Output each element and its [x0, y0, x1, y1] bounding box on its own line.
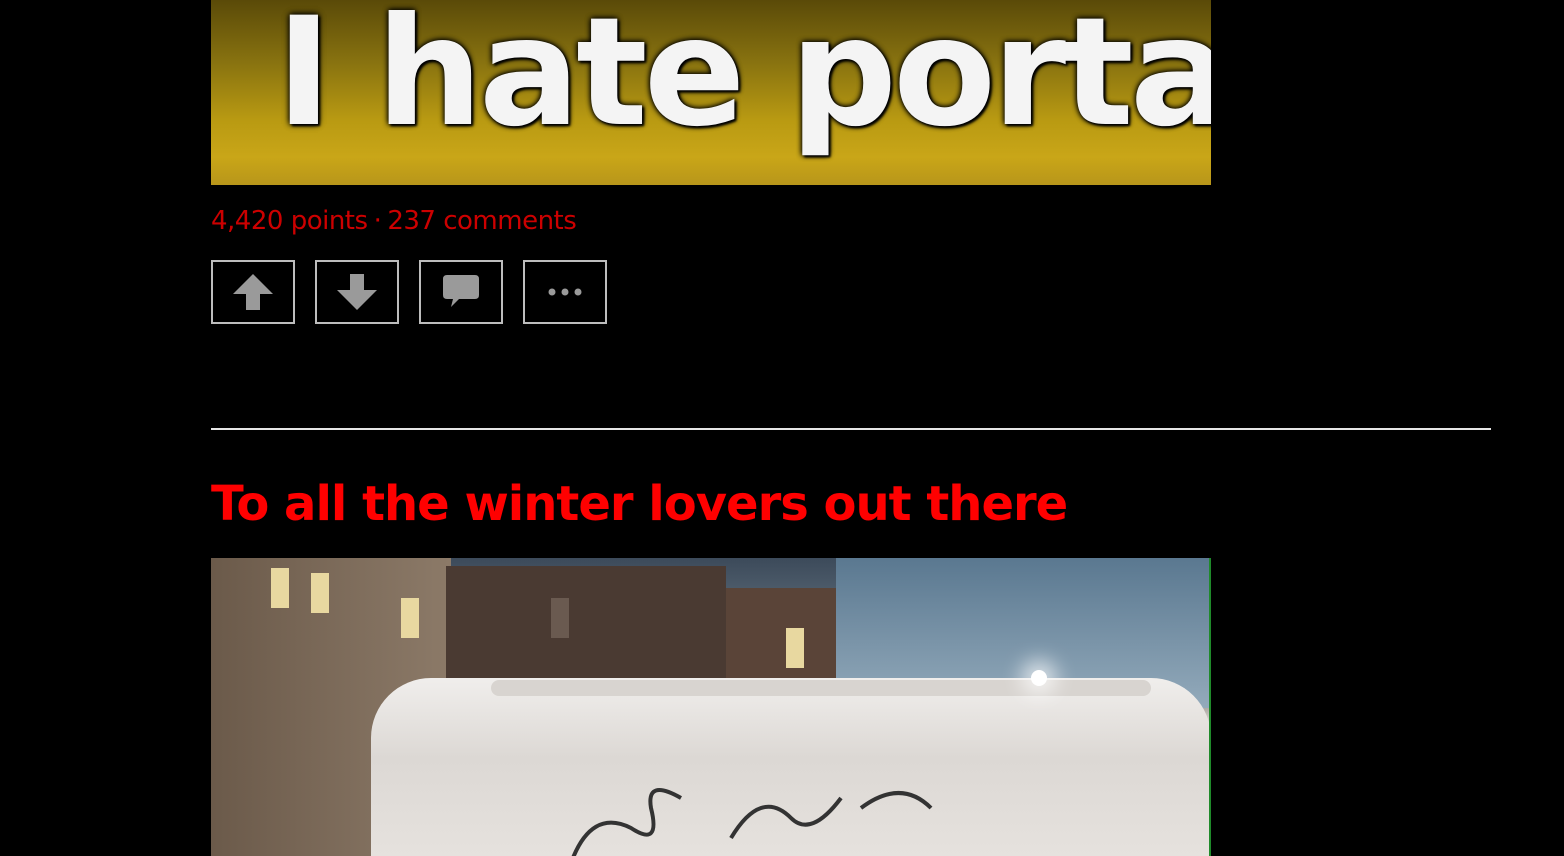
post-image[interactable]: [211, 558, 1211, 856]
post-image[interactable]: I hate portals.: [211, 0, 1211, 185]
image-window: [551, 598, 569, 638]
meta-separator: ·: [373, 206, 382, 236]
upvote-button[interactable]: [211, 260, 295, 324]
image-window: [271, 568, 289, 608]
more-options-button[interactable]: [523, 260, 607, 324]
speech-bubble-icon: [443, 275, 479, 307]
arrow-down-icon: [337, 274, 377, 310]
image-window: [786, 628, 804, 668]
post-divider: [211, 428, 1491, 430]
post-image-caption: I hate portals.: [276, 0, 1211, 160]
image-car-spoiler: [491, 680, 1151, 696]
image-window: [311, 573, 329, 613]
downvote-button[interactable]: [315, 260, 399, 324]
ellipsis-icon: [548, 288, 582, 296]
points-count[interactable]: 4,420 points: [211, 206, 368, 236]
post-actions: [211, 260, 607, 324]
post-meta: 4,420 points · 237 comments: [211, 206, 577, 236]
comment-button[interactable]: [419, 260, 503, 324]
comments-link[interactable]: 237 comments: [387, 206, 576, 236]
post-title[interactable]: To all the winter lovers out there: [211, 476, 1068, 532]
arrow-up-icon: [233, 274, 273, 310]
image-window: [401, 598, 419, 638]
image-snow-writing: [571, 788, 933, 856]
image-street-light: [1031, 670, 1047, 686]
